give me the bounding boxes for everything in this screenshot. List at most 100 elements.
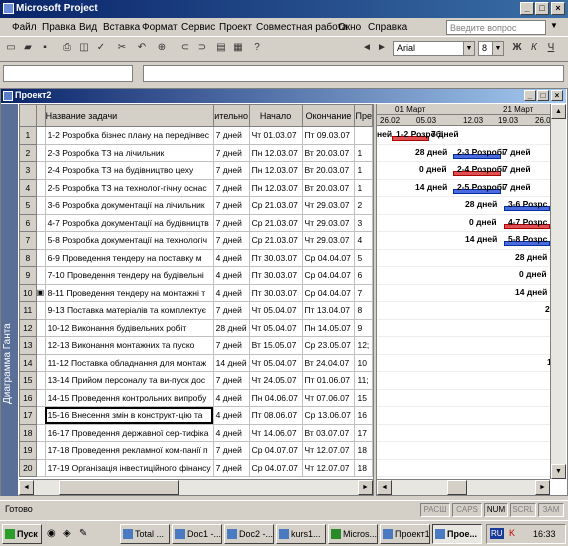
indicator-cell[interactable] [35, 406, 46, 425]
quick-launch-icon[interactable]: ◈ [63, 528, 71, 539]
spelling-icon[interactable]: ✓ [94, 41, 108, 55]
table-row[interactable]: 19 17-18 Проведення рекламної ком-панії п… [19, 441, 373, 460]
quick-launch-icon[interactable]: ◉ [47, 528, 56, 539]
table-row[interactable]: 7 5-8 Розробка документації на технологіч… [19, 231, 373, 250]
finish-cell[interactable]: Ср 13.06.07 [301, 406, 356, 425]
task-name-cell[interactable]: 17-19 Організація інвестиційного фінансу [44, 458, 214, 477]
scroll-thumb[interactable] [447, 480, 467, 495]
start-cell[interactable]: Ср 04.07.07 [248, 441, 303, 460]
row-id[interactable]: 9 [19, 266, 37, 285]
task-name-cell[interactable]: 5-8 Розробка документації на технологіч [44, 231, 214, 250]
hyperlink-icon[interactable]: ⊕ [155, 41, 169, 55]
finish-cell[interactable]: Чт 12.07.07 [301, 458, 356, 477]
print-icon[interactable]: ⎙ [60, 41, 74, 55]
predecessors-cell[interactable]: 3 [354, 213, 373, 232]
predecessors-cell[interactable]: 9 [354, 318, 373, 337]
table-row[interactable]: 13 12-13 Виконання монтажних та пуско 7 дн… [19, 336, 373, 355]
predecessors-cell[interactable]: 15 [354, 388, 373, 407]
row-id[interactable]: 19 [19, 441, 37, 460]
menu-help[interactable]: Справка [368, 22, 407, 33]
doc-restore-button[interactable]: □ [537, 90, 549, 101]
unlink-tasks-icon[interactable]: ⊃ [195, 41, 209, 55]
row-id[interactable]: 6 [19, 213, 37, 232]
indicator-cell[interactable] [35, 458, 46, 477]
menu-file[interactable]: Файл [12, 22, 37, 33]
finish-cell[interactable]: Пт 09.03.07 [301, 126, 356, 145]
row-id[interactable]: 3 [19, 161, 37, 180]
row-id[interactable]: 4 [19, 178, 37, 197]
indicator-cell[interactable] [35, 178, 46, 197]
close-button[interactable]: × [551, 2, 565, 15]
start-cell[interactable]: Пт 08.06.07 [248, 406, 303, 425]
finish-cell[interactable]: Вт 20.03.07 [301, 161, 356, 180]
table-row[interactable]: 6 4-7 Розробка документації на будівництв… [19, 213, 373, 232]
table-row[interactable]: 16 14-15 Проведення контрольних випробу 4 … [19, 388, 373, 407]
predecessors-cell[interactable]: 7 [354, 283, 373, 302]
predecessors-cell[interactable]: 8 [354, 301, 373, 320]
row-id[interactable]: 18 [19, 423, 37, 442]
doc-close-button[interactable]: × [551, 90, 563, 101]
task-name-cell[interactable]: 8-11 Проведення тендеру на монтажні т [44, 283, 214, 302]
indicator-cell[interactable] [35, 231, 46, 250]
select-all-corner[interactable] [19, 104, 37, 127]
row-id[interactable]: 1 [19, 126, 37, 145]
predecessors-cell[interactable]: 5 [354, 248, 373, 267]
taskbar-item[interactable]: Total ... [120, 524, 170, 544]
row-id[interactable]: 11 [19, 301, 37, 320]
task-name-cell[interactable]: 2-3 Розробка ТЗ на лічильник [44, 143, 214, 162]
table-row[interactable]: 20 17-19 Організація інвестиційного фінан… [19, 458, 373, 477]
menu-tools[interactable]: Сервис [181, 22, 215, 33]
task-name-cell[interactable]: 14-15 Проведення контрольних випробу [44, 388, 214, 407]
row-id[interactable]: 10 [19, 283, 37, 302]
cut-icon[interactable]: ✂ [115, 41, 129, 55]
duration-cell[interactable]: 7 дней [212, 178, 250, 197]
predecessors-cell[interactable]: 1 [354, 143, 373, 162]
task-name-cell[interactable]: 2-4 Розробка ТЗ на будівництво цеху [44, 161, 214, 180]
predecessors-cell[interactable]: 18 [354, 458, 373, 477]
row-id[interactable]: 7 [19, 231, 37, 250]
notes-icon[interactable]: ▦ [231, 41, 245, 55]
taskbar-item[interactable]: Doc2 -... [224, 524, 274, 544]
start-cell[interactable]: Чт 14.06.07 [248, 423, 303, 442]
antivirus-icon[interactable]: K [509, 528, 515, 538]
menu-view[interactable]: Вид [79, 22, 97, 33]
row-id[interactable]: 14 [19, 353, 37, 372]
finish-cell[interactable]: Пт 01.06.07 [301, 371, 356, 390]
start-cell[interactable]: Пт 30.03.07 [248, 283, 303, 302]
indicator-cell[interactable] [35, 336, 46, 355]
menu-insert[interactable]: Вставка [103, 22, 140, 33]
start-cell[interactable]: Чт 01.03.07 [248, 126, 303, 145]
task-name-cell[interactable]: 9-13 Поставка матеріалів та комплектує [44, 301, 214, 320]
indicator-column-header[interactable] [35, 104, 46, 127]
duration-cell[interactable]: 28 дней [212, 318, 250, 337]
gantt-horizontal-scrollbar[interactable]: ◄ ► [377, 479, 550, 495]
finish-cell[interactable]: Ср 23.05.07 [301, 336, 356, 355]
task-name-cell[interactable]: 15-16 Внесення змін в конструкт-цію та [44, 406, 214, 425]
finish-cell[interactable]: Чт 07.06.07 [301, 388, 356, 407]
menu-window[interactable]: Окно [338, 22, 361, 33]
bold-button[interactable]: Ж [510, 41, 524, 55]
table-row[interactable]: 8 6-9 Проведення тендеру на поставку м4 д… [19, 248, 373, 267]
taskbar-item-active[interactable]: Прое... [432, 524, 482, 544]
row-id[interactable]: 20 [19, 458, 37, 477]
finish-cell[interactable]: Пн 14.05.07 [301, 318, 356, 337]
table-row[interactable]: 9 7-10 Проведення тендеру на будівельні 4 … [19, 266, 373, 285]
duration-cell[interactable]: 7 дней [212, 371, 250, 390]
duration-cell[interactable]: 7 дней [212, 143, 250, 162]
finish-cell[interactable]: Чт 29.03.07 [301, 196, 356, 215]
table-row[interactable]: 2 2-3 Розробка ТЗ на лічильник 7 дней Пн 12… [19, 143, 373, 162]
finish-cell[interactable]: Чт 12.07.07 [301, 441, 356, 460]
predecessors-cell[interactable]: 10 [354, 353, 373, 372]
task-name-cell[interactable]: 1-2 Розробка бізнес плану на передінвес [44, 126, 214, 145]
doc-minimize-button[interactable]: _ [524, 90, 536, 101]
duration-cell[interactable]: 7 дней [212, 441, 250, 460]
start-cell[interactable]: Вт 15.05.07 [248, 336, 303, 355]
quick-launch-icon[interactable]: ✎ [79, 528, 87, 539]
underline-button[interactable]: Ч [544, 41, 558, 55]
task-name-cell[interactable]: 3-6 Розробка документації на лічильник [44, 196, 214, 215]
table-row[interactable]: 5 3-6 Розробка документації на лічильник 7… [19, 196, 373, 215]
task-name-cell[interactable]: 2-5 Розробка ТЗ на технолог-гічну оснас [44, 178, 214, 197]
scroll-left-icon[interactable]: ◄ [19, 480, 34, 495]
menu-format[interactable]: Формат [142, 22, 178, 33]
task-name-cell[interactable]: 7-10 Проведення тендеру на будівельні [44, 266, 214, 285]
